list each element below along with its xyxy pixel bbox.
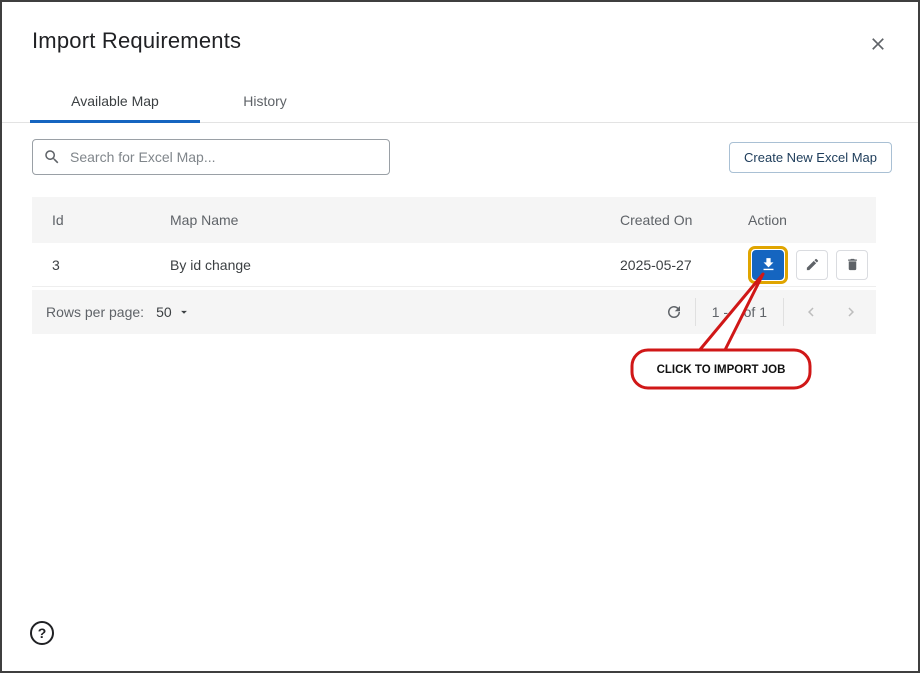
column-header-map-name: Map Name xyxy=(170,212,620,228)
column-header-action: Action xyxy=(748,212,876,228)
next-page-button[interactable] xyxy=(838,299,864,325)
refresh-icon xyxy=(665,303,683,321)
import-job-button[interactable] xyxy=(752,250,784,280)
close-button[interactable] xyxy=(864,30,892,58)
excel-map-table: Id Map Name Created On Action 3 By id ch… xyxy=(32,197,876,334)
search-box xyxy=(32,139,390,175)
delete-button[interactable] xyxy=(836,250,868,280)
search-icon xyxy=(43,148,61,166)
row-actions xyxy=(748,246,876,284)
row-id-value: 3 xyxy=(32,257,170,273)
table-header-row: Id Map Name Created On Action xyxy=(32,197,876,243)
column-header-created-on: Created On xyxy=(620,212,748,228)
rows-per-page-label: Rows per page: xyxy=(46,304,144,320)
column-header-id: Id xyxy=(32,212,170,228)
annotation-label: CLICK TO IMPORT JOB xyxy=(657,364,786,376)
table-row: 3 By id change 2025-05-27 xyxy=(32,243,876,287)
trash-icon xyxy=(845,257,860,272)
dialog-header: Import Requirements xyxy=(2,2,918,58)
chevron-down-icon xyxy=(177,305,191,319)
pagination-range-label: 1 - 1 of 1 xyxy=(695,298,784,326)
help-question-mark: ? xyxy=(38,625,47,641)
rows-per-page-value: 50 xyxy=(156,304,172,320)
row-created-on-value: 2025-05-27 xyxy=(620,257,748,273)
chevron-right-icon xyxy=(842,303,860,321)
annotation-callout-box xyxy=(632,350,810,388)
search-input[interactable] xyxy=(70,149,379,165)
row-map-name-value: By id change xyxy=(170,257,620,273)
tab-history-label: History xyxy=(243,93,287,109)
rows-per-page-select[interactable]: 50 xyxy=(156,304,191,320)
edit-button[interactable] xyxy=(796,250,828,280)
annotation-highlight-ring xyxy=(748,246,788,284)
toolbar: Create New Excel Map xyxy=(2,123,918,175)
table-footer: Rows per page: 50 1 - 1 of 1 xyxy=(32,290,876,334)
refresh-button[interactable] xyxy=(661,299,687,325)
pagination-controls: 1 - 1 of 1 xyxy=(661,298,864,326)
help-button[interactable]: ? xyxy=(30,621,54,645)
close-icon xyxy=(868,34,888,54)
edit-pencil-icon xyxy=(805,257,820,272)
download-icon xyxy=(760,256,777,273)
tab-bar: Available Map History xyxy=(2,80,918,123)
tab-available-map[interactable]: Available Map xyxy=(30,80,200,122)
tab-history[interactable]: History xyxy=(200,80,330,122)
page-title: Import Requirements xyxy=(32,28,241,54)
chevron-left-icon xyxy=(802,303,820,321)
previous-page-button[interactable] xyxy=(798,299,824,325)
create-new-excel-map-button[interactable]: Create New Excel Map xyxy=(729,142,892,173)
tab-available-map-label: Available Map xyxy=(71,93,159,109)
import-requirements-dialog: Import Requirements Available Map Histor… xyxy=(0,0,920,673)
